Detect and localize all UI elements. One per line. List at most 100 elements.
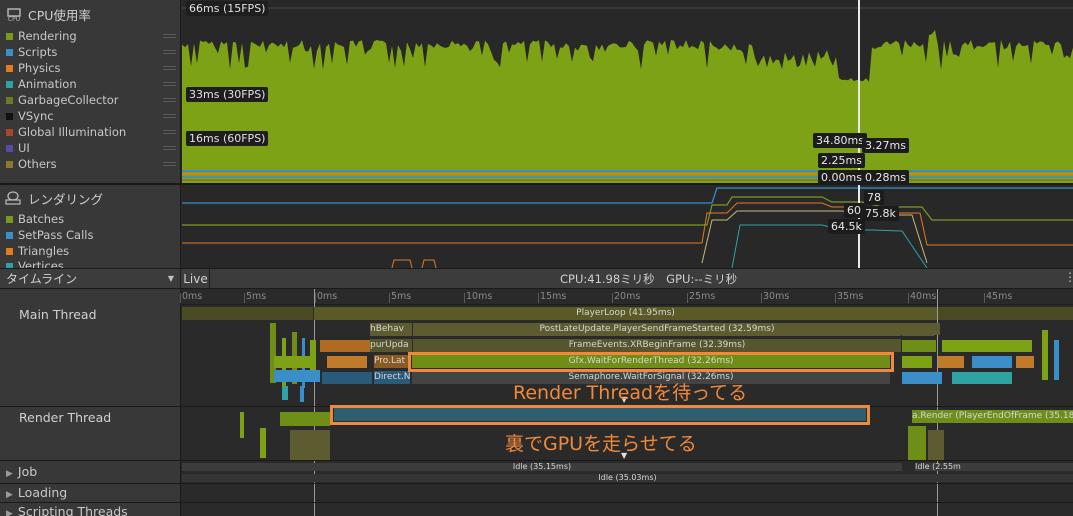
ruler-tick-label: 20ms [614,291,641,302]
ruler-tick-mark [538,293,539,303]
render-value-setpass: 60 [844,203,864,218]
rendering-legend-item[interactable]: SetPass Calls [6,227,176,243]
ruler-tick-mark [389,293,390,303]
render-value-triangles: 75.8k [862,206,899,221]
color-swatch-icon [6,144,13,152]
annotation-box-wait [408,352,894,372]
ruler-tick-label: 25ms [689,291,716,302]
ruler-tick-label: 10ms [466,291,493,302]
chevron-down-icon: ▼ [167,274,174,283]
ruler-tick-mark [687,293,688,303]
cpu-legend-item[interactable]: Rendering [6,28,176,44]
drag-handle-icon[interactable] [163,34,176,38]
ruler-tick-mark [315,293,316,303]
right-sample-cluster [900,323,1059,384]
color-swatch-icon [6,160,13,168]
cpu-legend-item[interactable]: Animation [6,76,176,92]
cpu-value-rendering: 34.80ms [813,133,867,148]
bar-loading-idle[interactable]: Idle (35.03ms) [182,474,1073,482]
cpu-legend-item[interactable]: Scripts [6,44,176,60]
row-divider [0,483,1073,484]
ruler-tick-mark [612,293,613,303]
rendering-legend-label: Triangles [18,244,70,258]
bar-job-idle[interactable]: Idle (35.15ms) [182,463,902,471]
rendering-legend-item[interactable]: Triangles [6,243,176,259]
cpu-legend-label: GarbageCollector [18,93,119,107]
rendering-legend-label: SetPass Calls [18,228,94,242]
bar-post-late-update[interactable]: PostLateUpdate.PlayerSendFrameStarted (3… [413,323,901,336]
ruler-tick-mark [244,293,245,303]
ruler-tick-label: 45ms [986,291,1013,302]
rendering-legend-label: Batches [18,212,65,226]
cpu-module-title: CPU使用率 [28,7,91,23]
ruler-tick-label: 0ms [317,291,338,302]
rendering-module-header[interactable]: レンダリング [4,188,103,208]
cpu-legend-label: Scripts [18,45,58,59]
cpu-legend-label: Physics [18,61,61,75]
ruler-tick-label: 5ms [391,291,412,302]
cpu-gpu-time: CPU:41.98ミリ秒 GPU:--ミリ秒 [560,272,738,286]
ruler-tick-mark [464,293,465,303]
view-mode-label: タイムライン [6,272,78,286]
drag-handle-icon[interactable] [163,114,176,118]
loading-row[interactable]: ▶ Loading [6,485,67,500]
drag-handle-icon[interactable] [163,50,176,54]
cpu-legend-label: Rendering [18,29,77,43]
bar-render-right[interactable]: a.Render (PlayerEndOfFrame (35.18m [912,410,1073,423]
rendering-legend-item[interactable]: Vertices [6,259,176,268]
scripting-threads-row[interactable]: ▶ Scripting Threads [6,504,128,516]
cpu-line-66ms: 66ms (15FPS) [186,1,269,16]
drag-handle-icon[interactable] [163,66,176,70]
cpu-value-animation: 0.00ms [818,170,865,185]
bar-job-right[interactable]: Idle (2.55m [915,463,1073,471]
cpu-legend-item[interactable]: Global Illumination [6,124,176,140]
render-sample-cluster [240,412,330,460]
drag-handle-icon[interactable] [163,130,176,134]
cpu-legend-label: UI [18,141,30,155]
more-options-icon[interactable]: ⋮ [1064,270,1073,284]
color-swatch-icon [6,32,13,40]
color-swatch-icon [6,64,13,72]
thread-divider-2 [0,460,1073,461]
drag-handle-icon[interactable] [163,82,176,86]
ruler-tick-label: 0ms [182,291,203,302]
color-swatch-icon [6,247,13,255]
job-row[interactable]: ▶ Job [6,464,37,479]
color-swatch-icon [6,96,13,104]
color-swatch-icon [6,112,13,120]
drag-handle-icon[interactable] [163,162,176,166]
render-thread-label: Render Thread [19,410,112,425]
cpu-chart[interactable] [182,0,1073,183]
color-swatch-icon [6,215,13,223]
main-thread-label: Main Thread [19,307,97,322]
bar-player-loop-left[interactable] [182,307,313,320]
cpu-legend-label: Others [18,157,57,171]
cpu-legend-item[interactable]: VSync [6,108,176,124]
cpu-icon: CPU [4,6,24,23]
cpu-module-header[interactable]: CPU CPU使用率 [4,4,91,24]
cpu-legend-item[interactable]: GarbageCollector [6,92,176,108]
bar-player-loop-right[interactable] [938,307,1073,320]
ruler-tick-mark [180,293,181,303]
cpu-legend-label: Global Illumination [18,125,127,139]
ruler-tick-label: 5ms [246,291,267,302]
cpu-legend-item[interactable]: UI [6,140,176,156]
cpu-legend-item[interactable]: Others [6,156,176,172]
bar-player-loop[interactable]: PlayerLoop (41.95ms) [314,307,937,320]
rendering-legend-item[interactable]: Batches [6,211,176,227]
cpu-value-scripts: 3.27ms [862,138,909,153]
cpu-value-other: 0.28ms [862,170,909,185]
bar-frame-events[interactable]: FrameEvents.XRBeginFrame (32.39ms) [413,339,901,352]
drag-handle-icon[interactable] [163,98,176,102]
cpu-legend-item[interactable]: Physics [6,60,176,76]
rendering-chart[interactable] [182,185,1073,268]
thread-label-pane [0,289,181,516]
view-mode-dropdown[interactable]: タイムライン ▼ [0,269,181,288]
ruler-tick-mark [761,293,762,303]
cpu-legend-label: Animation [18,77,77,91]
render-value-vertices: 64.5k [828,219,865,234]
ruler-tick-mark [984,293,985,303]
live-button[interactable]: Live [182,269,210,288]
drag-handle-icon[interactable] [163,146,176,150]
ruler-tick-label: 40ms [910,291,937,302]
